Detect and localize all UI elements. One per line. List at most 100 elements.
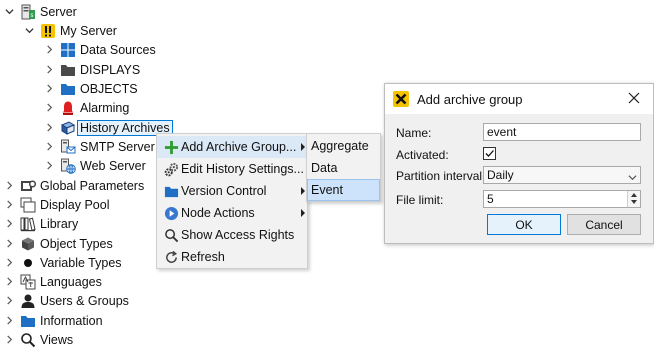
checkmark-icon xyxy=(485,150,494,157)
tree-item-label: Data Sources xyxy=(80,42,156,57)
chevron-right-icon[interactable] xyxy=(4,335,14,345)
tree-item-library[interactable]: Library xyxy=(4,214,78,233)
menu-item-refresh[interactable]: Refresh xyxy=(157,246,307,268)
tree-item-label: Information xyxy=(40,313,103,328)
tree-item-server[interactable]: s Server xyxy=(4,2,77,21)
chevron-right-icon[interactable] xyxy=(4,277,14,287)
menu-item-label: Show Access Rights xyxy=(181,228,295,242)
chevron-right-icon[interactable] xyxy=(4,316,14,326)
spinner-down-icon[interactable] xyxy=(631,200,637,204)
menu-item-add-archive-group[interactable]: Add Archive Group... xyxy=(157,136,307,158)
chevron-right-icon[interactable] xyxy=(44,65,54,75)
file-limit-value: 5 xyxy=(487,192,494,206)
file-limit-spinner[interactable]: 5 xyxy=(483,190,641,208)
tree-item-displays[interactable]: DISPLAYS xyxy=(44,60,140,79)
menu-item-label: Refresh xyxy=(181,250,225,264)
submenu-item-aggregate[interactable]: Aggregate xyxy=(307,135,380,157)
languages-icon xyxy=(20,274,36,290)
tree-item-label: Server xyxy=(40,4,77,19)
cancel-button[interactable]: Cancel xyxy=(567,214,641,235)
node-actions-icon xyxy=(163,205,179,221)
chevron-right-icon[interactable] xyxy=(44,123,54,133)
gears-icon xyxy=(163,161,179,177)
tree-item-label: Web Server xyxy=(80,158,146,173)
activated-checkbox[interactable] xyxy=(483,147,496,160)
menu-item-show-access-rights[interactable]: Show Access Rights xyxy=(157,224,307,246)
search-icon xyxy=(163,227,179,243)
tree-item-label: Users & Groups xyxy=(40,293,129,308)
tree-item-smtp-server[interactable]: SMTP Server xyxy=(44,137,155,156)
chevron-right-icon[interactable] xyxy=(4,200,14,210)
partition-interval-select[interactable]: Daily xyxy=(483,166,641,184)
chevron-right-icon[interactable] xyxy=(4,219,14,229)
file-limit-label: File limit: xyxy=(396,193,444,207)
add-archive-group-dialog: Add archive group Name: event Activated:… xyxy=(384,83,654,244)
folder-blue-icon xyxy=(20,313,36,329)
name-input[interactable]: event xyxy=(483,123,641,141)
menu-item-label: Version Control xyxy=(181,184,267,198)
chevron-down-icon[interactable] xyxy=(24,26,34,36)
app-logo-icon xyxy=(393,91,409,107)
spinner-buttons[interactable] xyxy=(627,191,640,207)
menu-item-label: Add Archive Group... xyxy=(181,140,297,154)
submenu-item-label: Aggregate xyxy=(311,139,369,153)
menu-item-node-actions[interactable]: Node Actions xyxy=(157,202,307,224)
tree-item-global-parameters[interactable]: Global Parameters xyxy=(4,176,144,195)
tree-item-alarming[interactable]: Alarming xyxy=(44,98,129,117)
chevron-right-icon[interactable] xyxy=(44,142,54,152)
context-menu: Add Archive Group... Edit History Settin… xyxy=(156,133,308,269)
chevron-right-icon[interactable] xyxy=(4,239,14,249)
tree-item-languages[interactable]: Languages xyxy=(4,272,102,291)
submenu-arrow-icon xyxy=(301,209,305,217)
library-icon xyxy=(20,216,36,232)
chevron-right-icon[interactable] xyxy=(4,258,14,268)
tree-item-label: Languages xyxy=(40,274,102,289)
spinner-up-icon[interactable] xyxy=(631,193,637,197)
server-icon: s xyxy=(20,4,36,20)
name-input-value: event xyxy=(487,125,517,139)
cube-icon xyxy=(20,236,36,252)
tree-item-label: Views xyxy=(40,332,74,347)
mail-server-icon xyxy=(60,139,76,155)
chevron-right-icon[interactable] xyxy=(4,296,14,306)
plus-icon xyxy=(163,139,179,155)
submenu-arrow-icon xyxy=(301,143,305,151)
menu-item-version-control[interactable]: Version Control xyxy=(157,180,307,202)
svg-text:s: s xyxy=(30,12,33,19)
tree-item-views[interactable]: Views xyxy=(4,330,73,349)
folder-blue-icon xyxy=(163,183,179,199)
user-icon xyxy=(20,293,36,309)
tree-item-information[interactable]: Information xyxy=(4,311,103,330)
chevron-right-icon[interactable] xyxy=(44,161,54,171)
close-icon[interactable] xyxy=(627,91,641,105)
tree-item-web-server[interactable]: Web Server xyxy=(44,156,146,175)
tree-item-data-sources[interactable]: Data Sources xyxy=(44,40,156,59)
tree-item-objects[interactable]: OBJECTS xyxy=(44,79,138,98)
submenu-item-label: Event xyxy=(311,183,343,197)
tree-item-variable-types[interactable]: Variable Types xyxy=(4,253,122,272)
chevron-right-icon[interactable] xyxy=(44,45,54,55)
chevron-down-icon[interactable] xyxy=(4,7,14,17)
tree-item-display-pool[interactable]: Display Pool xyxy=(4,195,109,214)
tree-item-history-archives[interactable]: History Archives xyxy=(44,118,173,137)
tree-item-label: Global Parameters xyxy=(40,178,145,193)
tree-item-object-types[interactable]: Object Types xyxy=(4,234,113,253)
tree-item-users-groups[interactable]: Users & Groups xyxy=(4,291,129,310)
search-icon xyxy=(20,332,36,348)
chevron-right-icon[interactable] xyxy=(44,103,54,113)
chevron-right-icon[interactable] xyxy=(44,84,54,94)
submenu-item-event[interactable]: Event xyxy=(307,179,380,201)
dialog-title-bar[interactable]: Add archive group xyxy=(385,84,653,114)
tree-item-label: Object Types xyxy=(40,236,113,251)
chevron-right-icon[interactable] xyxy=(4,181,14,191)
menu-item-edit-history-settings[interactable]: Edit History Settings... xyxy=(157,158,307,180)
dot-icon xyxy=(20,255,36,271)
grid-icon xyxy=(60,42,76,58)
tree-item-label: Library xyxy=(40,216,79,231)
tree-item-label: Display Pool xyxy=(40,197,110,212)
submenu-item-data[interactable]: Data xyxy=(307,157,380,179)
server-warning-icon xyxy=(40,23,56,39)
tree-item-my-server[interactable]: My Server xyxy=(24,21,117,40)
ok-button[interactable]: OK xyxy=(487,214,561,235)
tree-item-label: DISPLAYS xyxy=(80,62,141,77)
